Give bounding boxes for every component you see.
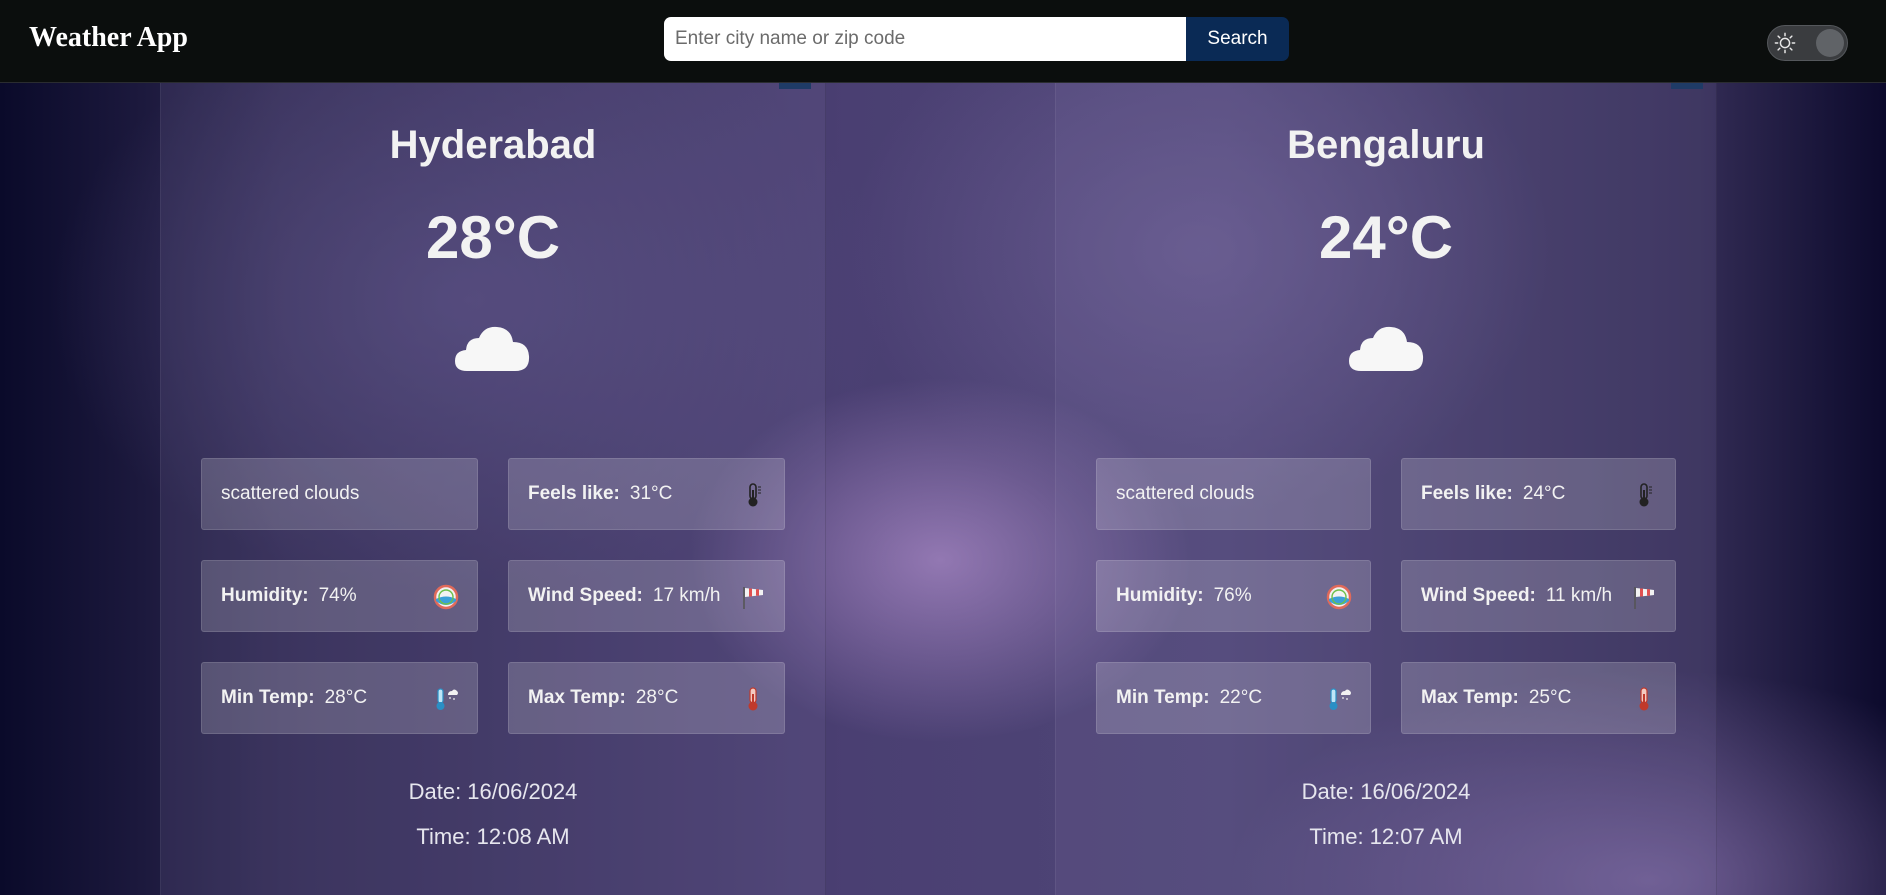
humidity-value: 74%	[318, 585, 357, 606]
wind-speed-label: Wind Speed:	[1421, 585, 1536, 606]
cold-thermometer-icon	[436, 688, 458, 710]
max-temp-value: 25°C	[1528, 687, 1572, 708]
weather-description: scattered clouds	[221, 483, 360, 504]
min-temp-tile: Min Temp: 28°C	[201, 662, 478, 734]
humidity-label: Humidity:	[1116, 585, 1204, 606]
search-button[interactable]: Search	[1186, 17, 1289, 61]
thermometer-icon	[1639, 483, 1652, 507]
city-name: Bengaluru	[1287, 123, 1485, 167]
time-text: Time: 12:08 AM	[416, 824, 570, 849]
thermometer-icon	[748, 483, 761, 507]
min-temp-tile: Min Temp: 22°C	[1096, 662, 1371, 734]
max-temp-tile: Max Temp: 28°C	[508, 662, 785, 734]
card-tab	[779, 83, 811, 89]
humidity-icon	[1326, 584, 1352, 610]
max-temp-label: Max Temp:	[528, 687, 626, 708]
humidity-tile: Humidity: 76%	[1096, 560, 1371, 632]
app-title: Weather App	[29, 22, 188, 53]
wind-speed-tile: Wind Speed: 11 km/h	[1401, 560, 1676, 632]
min-temp-label: Min Temp:	[1116, 687, 1210, 708]
city-name: Hyderabad	[389, 123, 597, 167]
description-tile: scattered clouds	[1096, 458, 1371, 530]
max-temp-tile: Max Temp: 25°C	[1401, 662, 1676, 734]
wind-speed-label: Wind Speed:	[528, 585, 643, 606]
theme-toggle[interactable]	[1767, 25, 1848, 61]
description-tile: scattered clouds	[201, 458, 478, 530]
feels-like-label: Feels like:	[528, 483, 620, 504]
date-text: Date: 16/06/2024	[408, 779, 578, 804]
feels-like-label: Feels like:	[1421, 483, 1513, 504]
humidity-icon	[433, 584, 459, 610]
weather-description: scattered clouds	[1116, 483, 1255, 504]
cloud-icon	[455, 326, 530, 371]
max-temp-label: Max Temp:	[1421, 687, 1519, 708]
feels-like-value: 24°C	[1522, 483, 1566, 504]
date-text: Date: 16/06/2024	[1301, 779, 1471, 804]
temperature: 28°C	[425, 204, 561, 271]
windsock-icon	[743, 587, 763, 609]
time-text: Time: 12:07 AM	[1309, 824, 1463, 849]
weather-card-bengaluru: Bengaluru 24°C scattered clouds Feels li…	[1055, 83, 1717, 895]
windsock-icon	[1634, 587, 1654, 609]
search-input[interactable]	[664, 17, 1186, 61]
navbar: Weather App Search	[0, 0, 1886, 83]
hot-thermometer-icon	[1639, 687, 1649, 711]
wind-speed-tile: Wind Speed: 17 km/h	[508, 560, 785, 632]
wind-speed-value: 11 km/h	[1545, 585, 1613, 606]
sun-icon	[1774, 32, 1796, 54]
humidity-label: Humidity:	[221, 585, 309, 606]
hot-thermometer-icon	[748, 687, 758, 711]
card-tab	[1671, 83, 1703, 89]
humidity-value: 76%	[1213, 585, 1252, 606]
max-temp-value: 28°C	[635, 687, 679, 708]
min-temp-label: Min Temp:	[221, 687, 315, 708]
min-temp-value: 28°C	[324, 687, 368, 708]
cloud-icon	[1349, 326, 1424, 371]
feels-like-tile: Feels like: 31°C	[508, 458, 785, 530]
humidity-tile: Humidity: 74%	[201, 560, 478, 632]
temperature: 24°C	[1318, 204, 1454, 271]
search-bar: Search	[664, 17, 1289, 61]
min-temp-value: 22°C	[1219, 687, 1263, 708]
weather-card-hyderabad: Hyderabad 28°C scattered clouds Feels li…	[160, 83, 826, 895]
cold-thermometer-icon	[1329, 688, 1351, 710]
toggle-knob[interactable]	[1816, 29, 1844, 57]
feels-like-value: 31°C	[629, 483, 673, 504]
wind-speed-value: 17 km/h	[652, 585, 721, 606]
feels-like-tile: Feels like: 24°C	[1401, 458, 1676, 530]
